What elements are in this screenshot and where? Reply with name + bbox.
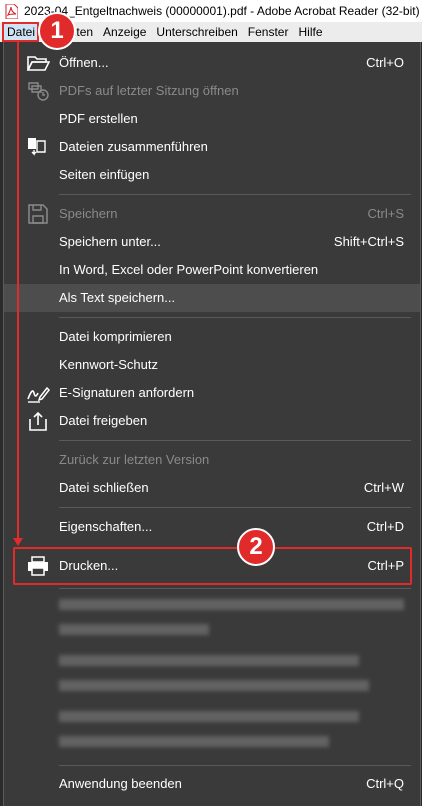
- menu-item-als-text-speichern[interactable]: Als Text speichern...: [4, 284, 420, 312]
- menu-item-zurueck-letzte-version[interactable]: Zurück zur letzten Version: [4, 446, 420, 474]
- file-menu-dropdown: Öffnen... Ctrl+O PDFs auf letzter Sitzun…: [3, 42, 421, 806]
- menu-fenster[interactable]: Fenster: [243, 22, 294, 42]
- menu-item-label: Datei komprimieren: [59, 329, 172, 344]
- menu-item-shortcut: Ctrl+O: [366, 55, 404, 70]
- menu-item-label: E-Signaturen anfordern: [59, 385, 195, 400]
- menu-item-oeffnen[interactable]: Öffnen... Ctrl+O: [4, 49, 420, 77]
- recent-file-blurred[interactable]: [59, 736, 329, 747]
- menu-item-label: Datei freigeben: [59, 413, 148, 428]
- menu-item-label: Speichern: [59, 206, 118, 221]
- menu-item-shortcut: Shift+Ctrl+S: [333, 234, 404, 249]
- menu-item-speichern[interactable]: Speichern Ctrl+S: [4, 200, 420, 228]
- menu-anzeige[interactable]: Anzeige: [98, 22, 151, 42]
- annotation-arrow-line: [17, 42, 19, 542]
- menu-item-label: Dateien zusammenführen: [59, 139, 208, 154]
- menu-separator: [59, 317, 411, 318]
- combine-files-icon: [28, 138, 46, 156]
- recent-file-blurred[interactable]: [59, 711, 359, 722]
- recent-file-blurred[interactable]: [59, 680, 369, 691]
- menu-item-datei-freigeben[interactable]: Datei freigeben: [4, 407, 420, 435]
- annotation-arrow-head: [13, 538, 23, 546]
- menu-item-datei-komprimieren[interactable]: Datei komprimieren: [4, 323, 420, 351]
- menu-item-anwendung-beenden[interactable]: Anwendung beenden Ctrl+Q: [4, 770, 420, 798]
- menu-item-datei-schliessen[interactable]: Datei schließen Ctrl+W: [4, 474, 420, 502]
- menu-item-shortcut: Ctrl+Q: [366, 776, 404, 791]
- menu-item-seiten-einfuegen[interactable]: Seiten einfügen: [4, 161, 420, 189]
- annotation-highlight-drucken: [13, 547, 412, 585]
- menu-item-label: Eigenschaften...: [59, 519, 153, 534]
- menu-item-dateien-zusammenfuehren[interactable]: Dateien zusammenführen: [4, 133, 420, 161]
- menu-item-label: Seiten einfügen: [59, 167, 150, 182]
- menu-item-kennwort-schutz[interactable]: Kennwort-Schutz: [4, 351, 420, 379]
- step-badge-2: 2: [237, 528, 275, 566]
- step-badge-1: 1: [38, 12, 76, 50]
- menu-separator: [59, 194, 411, 195]
- share-icon: [29, 411, 47, 431]
- menu-item-e-signaturen[interactable]: E-Signaturen anfordern: [4, 379, 420, 407]
- save-icon: [28, 204, 48, 224]
- folder-open-icon: [26, 56, 50, 71]
- menu-hilfe[interactable]: Hilfe: [293, 22, 327, 42]
- menu-separator: [59, 588, 411, 589]
- menu-item-konvertieren[interactable]: In Word, Excel oder PowerPoint konvertie…: [4, 256, 420, 284]
- menu-item-shortcut: Ctrl+D: [366, 519, 404, 534]
- window-title: 2023-04_Entgeltnachweis (00000001).pdf -…: [24, 4, 420, 18]
- menu-item-label: Anwendung beenden: [59, 776, 182, 791]
- recent-file-blurred[interactable]: [59, 624, 209, 635]
- menu-item-eigenschaften[interactable]: Eigenschaften... Ctrl+D: [4, 513, 420, 541]
- menu-item-pdfs-letzte-sitzung[interactable]: PDFs auf letzter Sitzung öffnen: [4, 77, 420, 105]
- menu-item-label: Kennwort-Schutz: [59, 357, 158, 372]
- menu-separator: [59, 507, 411, 508]
- menu-item-pdf-erstellen[interactable]: PDF erstellen: [4, 105, 420, 133]
- menu-separator: [59, 440, 411, 441]
- menu-item-shortcut: Ctrl+W: [363, 480, 404, 495]
- menu-item-label: Datei schließen: [59, 480, 149, 495]
- signature-icon: [27, 386, 50, 403]
- annotation-highlight-datei: [2, 22, 39, 42]
- menu-item-shortcut: Ctrl+S: [367, 206, 404, 221]
- menu-unterschreiben[interactable]: Unterschreiben: [151, 22, 242, 42]
- menu-item-label: In Word, Excel oder PowerPoint konvertie…: [59, 262, 319, 277]
- menu-item-label: Speichern unter...: [59, 234, 161, 249]
- menu-item-speichern-unter[interactable]: Speichern unter... Shift+Ctrl+S: [4, 228, 420, 256]
- recent-file-blurred[interactable]: [59, 655, 359, 666]
- restore-session-icon: [28, 82, 49, 101]
- recent-file-blurred[interactable]: [59, 599, 404, 610]
- menu-item-label: PDFs auf letzter Sitzung öffnen: [59, 83, 239, 98]
- menu-item-label: Als Text speichern...: [59, 290, 176, 305]
- menu-item-label: Öffnen...: [59, 55, 109, 70]
- acrobat-pdf-icon: [5, 3, 18, 19]
- menu-item-label: PDF erstellen: [59, 111, 138, 126]
- menu-item-label: Zurück zur letzten Version: [59, 452, 210, 467]
- menu-separator: [59, 765, 411, 766]
